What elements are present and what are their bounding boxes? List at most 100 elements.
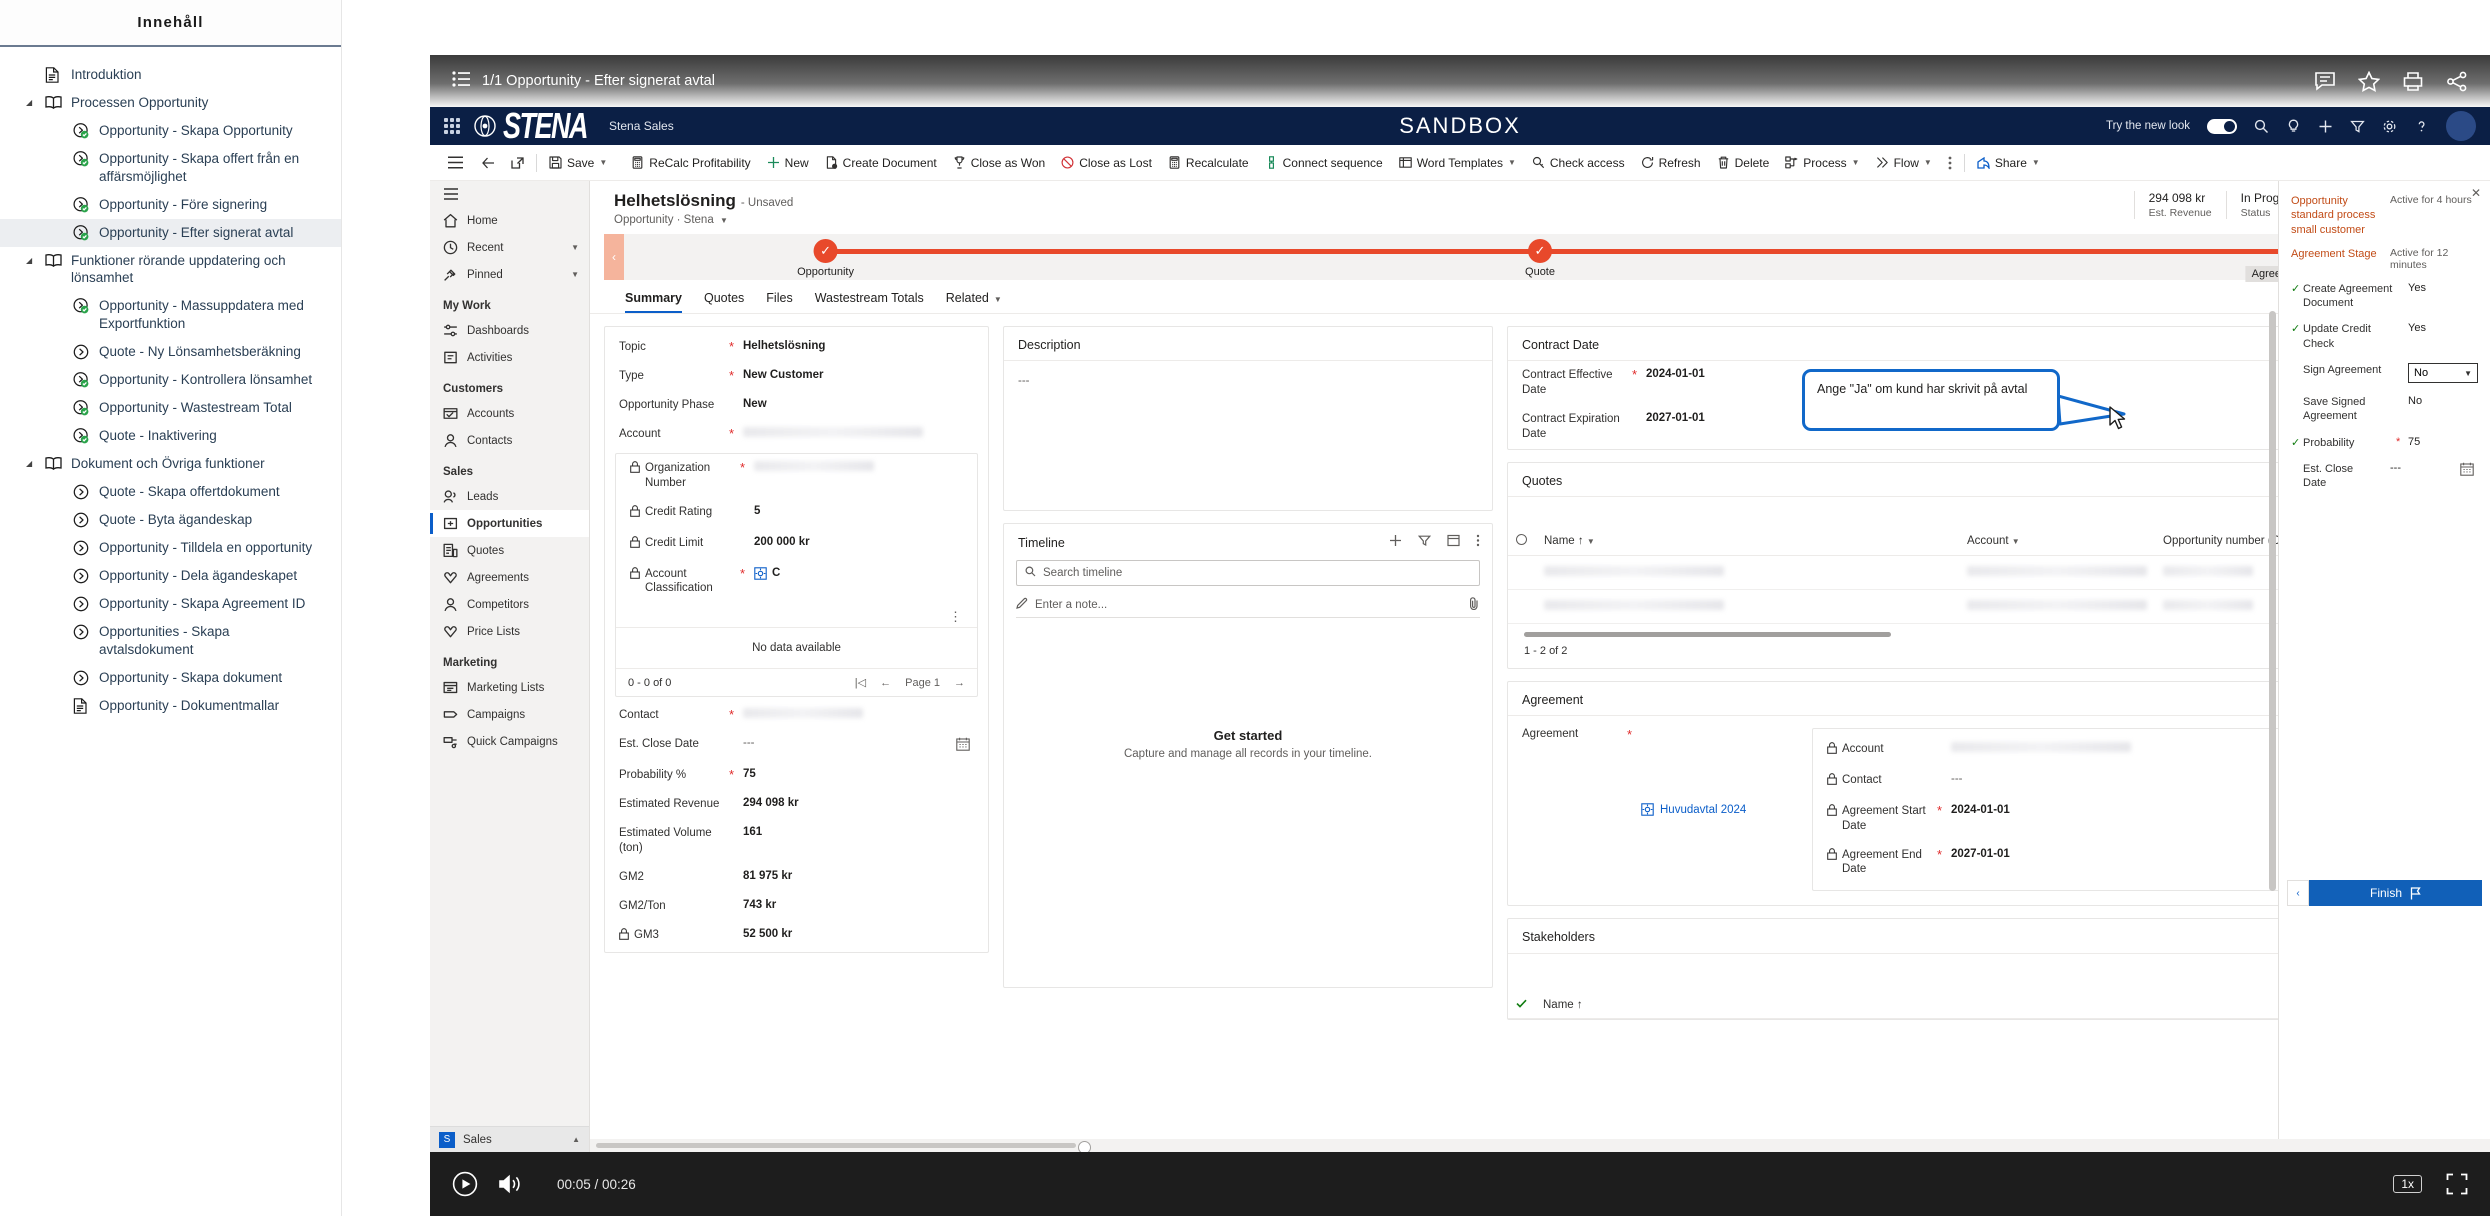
- volume-icon[interactable]: [498, 1173, 523, 1195]
- prev-page-icon[interactable]: ←: [880, 677, 891, 689]
- app-horizontal-scroll-thumb[interactable]: [596, 1141, 1091, 1152]
- help-icon[interactable]: [2414, 119, 2429, 134]
- filter-icon[interactable]: [2350, 119, 2365, 134]
- chevron-down-icon[interactable]: ▼: [571, 243, 579, 252]
- twisty-icon[interactable]: ◢: [26, 99, 36, 107]
- command-recalc-profitability-button[interactable]: ReCalc Profitability: [623, 148, 758, 178]
- more-icon[interactable]: [1476, 534, 1480, 552]
- field-value[interactable]: 2024-01-01: [1951, 804, 2010, 816]
- toc-item[interactable]: Quote - Byta ägandeskap: [0, 506, 341, 534]
- bpf-stage[interactable]: ✓ Opportunity: [797, 239, 854, 278]
- avatar[interactable]: [2446, 111, 2476, 141]
- nav-item-quick-campaigns[interactable]: Quick Campaigns: [430, 728, 589, 755]
- share-icon[interactable]: [2446, 71, 2468, 92]
- toc-item[interactable]: Quote - Inaktivering: [0, 422, 341, 450]
- form-vertical-scrollbar[interactable]: [2269, 311, 2276, 891]
- app-launcher-icon[interactable]: [444, 118, 460, 134]
- finish-button[interactable]: Finish: [2309, 880, 2482, 906]
- scroll-knob[interactable]: [1078, 1141, 1091, 1152]
- nav-hamburger-icon[interactable]: [430, 181, 589, 207]
- collapse-icon[interactable]: [1447, 534, 1460, 552]
- toc-item[interactable]: Opportunity - Tilldela en opportunity: [0, 534, 341, 562]
- command-delete-button[interactable]: Delete: [1709, 148, 1778, 178]
- account-subgrid-overflow[interactable]: ⋮: [616, 603, 977, 627]
- lightbulb-icon[interactable]: [2286, 119, 2301, 134]
- quotes-select-all[interactable]: [1508, 526, 1536, 556]
- timeline-search[interactable]: Search timeline: [1016, 560, 1480, 586]
- field-value[interactable]: ---: [1951, 773, 1963, 785]
- toc-item[interactable]: ◢ Processen Opportunity: [0, 89, 341, 117]
- next-page-icon[interactable]: →: [954, 677, 965, 689]
- field-value[interactable]: ---: [743, 737, 755, 749]
- toc-item[interactable]: Opportunity - Massuppdatera med Exportfu…: [0, 292, 341, 338]
- field-value[interactable]: 294 098 kr: [743, 797, 799, 809]
- command-check-access-button[interactable]: Check access: [1524, 148, 1633, 178]
- row-select[interactable]: [1508, 589, 1536, 624]
- nav-item-recent[interactable]: Recent ▼: [430, 234, 589, 261]
- chevron-down-icon[interactable]: ▼: [599, 158, 607, 167]
- command-refresh-button[interactable]: Refresh: [1633, 148, 1709, 178]
- chevron-down-icon[interactable]: ▼: [1924, 158, 1932, 167]
- quotes-column-header[interactable]: Name ↑ ▼: [1536, 526, 1959, 556]
- plus-icon[interactable]: [1389, 534, 1402, 552]
- agreement-lookup-value[interactable]: Huvudavtal 2024: [1641, 728, 1746, 892]
- calendar-icon[interactable]: [2460, 462, 2478, 479]
- toc-item[interactable]: Opportunity - Dokumentmallar: [0, 692, 341, 720]
- fullscreen-icon[interactable]: [2446, 1173, 2468, 1195]
- toc-item[interactable]: Opportunity - Skapa offert från en affär…: [0, 145, 341, 191]
- bpf-prev-button[interactable]: ‹: [604, 234, 624, 280]
- field-value[interactable]: 161: [743, 826, 762, 838]
- chevron-down-icon[interactable]: ▼: [1587, 537, 1595, 546]
- toc-item[interactable]: Quote - Skapa offertdokument: [0, 478, 341, 506]
- nav-item-competitors[interactable]: Competitors: [430, 591, 589, 618]
- chevron-down-icon[interactable]: ▼: [2032, 158, 2040, 167]
- tab-summary[interactable]: Summary: [614, 286, 693, 313]
- stakeholders-col-name[interactable]: Name ↑: [1535, 992, 2295, 1020]
- field-value[interactable]: 200 000 kr: [754, 536, 810, 548]
- nav-item-activities[interactable]: Activities: [430, 344, 589, 371]
- twisty-icon[interactable]: ◢: [26, 459, 36, 468]
- stakeholders-select-all[interactable]: [1508, 992, 1535, 1020]
- print-icon[interactable]: [2402, 71, 2424, 92]
- command-overflow-button[interactable]: [1940, 148, 1960, 178]
- calendar-icon[interactable]: [956, 737, 974, 754]
- first-page-icon[interactable]: |◁: [855, 676, 866, 689]
- playlist-icon[interactable]: [452, 70, 470, 92]
- command-save-button[interactable]: Save ▼: [541, 148, 615, 178]
- row-select[interactable]: [1508, 555, 1536, 590]
- command-new-button[interactable]: New: [759, 148, 817, 178]
- field-value[interactable]: 2027-01-01: [1951, 848, 2010, 860]
- nav-item-home[interactable]: Home: [430, 207, 589, 234]
- chevron-down-icon[interactable]: ▼: [2012, 537, 2020, 546]
- tab-files[interactable]: Files: [755, 286, 803, 313]
- command-create-document-button[interactable]: Create Document: [817, 148, 945, 178]
- chevron-down-icon[interactable]: ▼: [1852, 158, 1860, 167]
- nav-item-leads[interactable]: Leads: [430, 483, 589, 510]
- sign-agreement-select[interactable]: No ▼: [2408, 363, 2478, 384]
- tab-quotes[interactable]: Quotes: [693, 286, 755, 313]
- nav-item-price-lists[interactable]: Price Lists: [430, 618, 589, 645]
- stage-field-value[interactable]: No: [2408, 395, 2478, 407]
- hamburger-icon[interactable]: [436, 156, 474, 169]
- nav-item-dashboards[interactable]: Dashboards: [430, 317, 589, 344]
- playback-speed-button[interactable]: 1x: [2393, 1175, 2422, 1193]
- nav-item-pinned[interactable]: Pinned ▼: [430, 261, 589, 288]
- field-value[interactable]: 5: [754, 505, 760, 517]
- back-arrow-icon[interactable]: [474, 148, 503, 178]
- toc-item[interactable]: Opportunity - Skapa Opportunity: [0, 117, 341, 145]
- try-new-look-toggle[interactable]: [2207, 118, 2237, 134]
- field-value[interactable]: 2024-01-01: [1646, 368, 1705, 380]
- field-value[interactable]: 2027-01-01: [1646, 412, 1705, 424]
- toc-item[interactable]: ◢ Funktioner rörande uppdatering och löns…: [0, 247, 341, 293]
- toc-item[interactable]: Opportunity - Efter signerat avtal: [0, 218, 341, 247]
- stage-back-button[interactable]: ‹: [2287, 880, 2309, 906]
- chevron-down-icon[interactable]: ▼: [1508, 158, 1516, 167]
- close-icon[interactable]: ✕: [2471, 186, 2481, 200]
- field-value[interactable]: 52 500 kr: [743, 928, 792, 940]
- nav-item-agreements[interactable]: Agreements: [430, 564, 589, 591]
- record-subtitle[interactable]: Opportunity · Stena ▼: [614, 214, 793, 226]
- settings-icon[interactable]: [2382, 119, 2397, 134]
- comment-icon[interactable]: [2314, 71, 2336, 91]
- command-connect-sequence-button[interactable]: Connect sequence: [1257, 148, 1391, 178]
- search-icon[interactable]: [2254, 119, 2269, 134]
